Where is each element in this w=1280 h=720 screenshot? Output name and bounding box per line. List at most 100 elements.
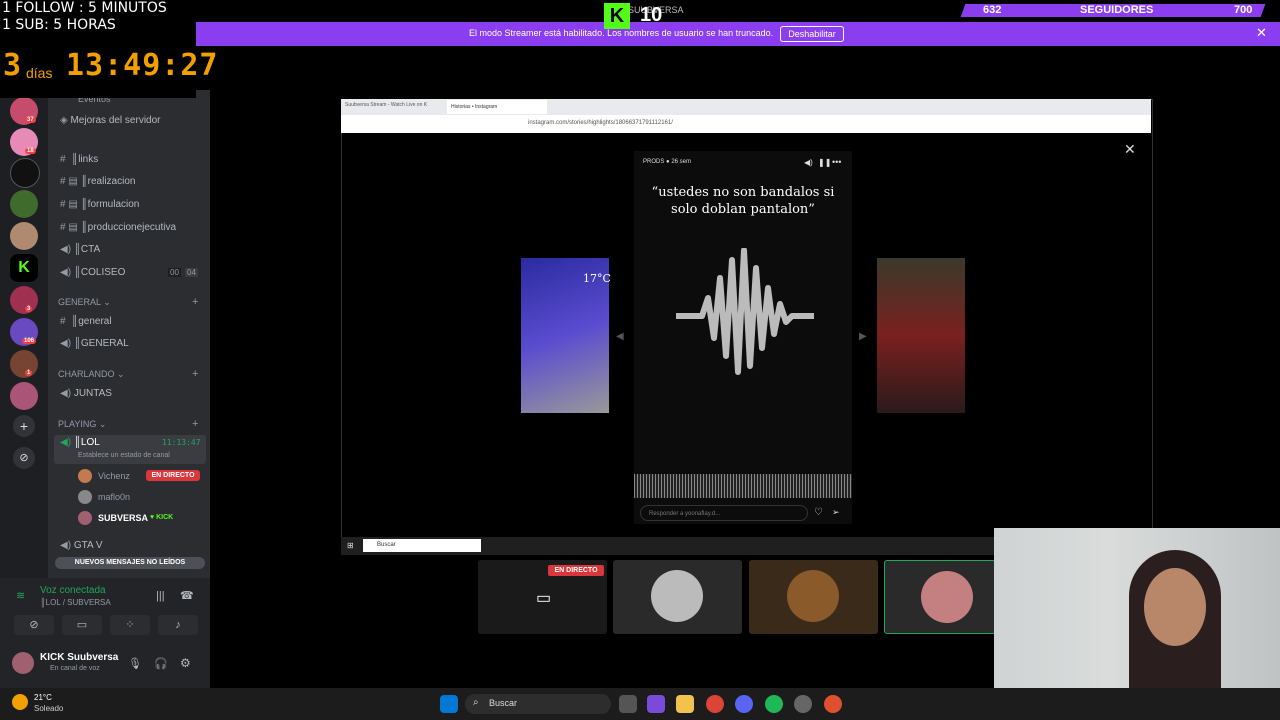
channel-cta[interactable]: ◀) ║CTA bbox=[60, 244, 100, 255]
activities-icon[interactable]: ⁘ bbox=[110, 615, 150, 635]
kick-server-icon[interactable]: K bbox=[10, 254, 38, 282]
screen-share-icon[interactable]: ▭ bbox=[62, 615, 102, 635]
stream-tile[interactable]: EN DIRECTO ▭ bbox=[478, 560, 607, 634]
channel-produccion[interactable]: # ▤ ║produccionejecutiva bbox=[60, 222, 176, 233]
channel-gtav[interactable]: ◀) GTA V bbox=[60, 540, 103, 551]
microphone-icon[interactable]: 🎙 bbox=[128, 657, 142, 670]
add-channel-icon[interactable]: + bbox=[192, 368, 198, 380]
story-user[interactable]: PRODS bbox=[643, 159, 664, 165]
spotify-icon[interactable] bbox=[765, 695, 783, 713]
channel-coliseo[interactable]: ◀) ║COLISEO bbox=[60, 267, 125, 278]
participant-tile-speaking[interactable] bbox=[884, 560, 996, 634]
disconnect-icon[interactable]: ☎ bbox=[180, 589, 194, 602]
waveform-graphic bbox=[676, 248, 814, 375]
member-name[interactable]: Vichenz bbox=[98, 471, 130, 481]
add-server-icon[interactable]: + bbox=[13, 415, 35, 437]
story-reply-input[interactable]: Responder a yoonaflay.d... bbox=[640, 505, 808, 521]
file-explorer-icon[interactable] bbox=[676, 695, 694, 713]
voice-connected-status[interactable]: Voz conectada bbox=[40, 585, 106, 596]
new-messages-bar[interactable]: NUEVOS MENSAJES NO LEÍDOS bbox=[55, 557, 205, 569]
follow-rule: 1 FOLLOW : 5 MINUTOS bbox=[2, 0, 167, 16]
server-icon[interactable] bbox=[10, 382, 38, 410]
browser-app-icon[interactable] bbox=[824, 695, 842, 713]
channel-general-voice[interactable]: ◀) ║GENERAL bbox=[60, 338, 129, 349]
browser-tab[interactable]: Suubversa Stream - Watch Live on K bbox=[345, 102, 445, 113]
server-icon[interactable]: 37 bbox=[10, 97, 38, 125]
like-heart-icon[interactable]: ♡ bbox=[814, 507, 823, 518]
address-bar[interactable] bbox=[341, 115, 1151, 133]
windows-start-icon[interactable]: ⊞ bbox=[347, 541, 354, 550]
channel-general-text[interactable]: # ║general bbox=[60, 316, 112, 327]
channel-realizacion[interactable]: # ▤ ║realizacion bbox=[60, 176, 135, 187]
coliseo-user-count: 00 bbox=[168, 268, 181, 277]
discord-icon[interactable] bbox=[735, 695, 753, 713]
search-placeholder: Buscar bbox=[489, 698, 518, 708]
obs-icon[interactable] bbox=[794, 695, 812, 713]
disable-streamer-button[interactable]: Deshabilitar bbox=[780, 26, 844, 42]
member-name[interactable]: SUBVERSA bbox=[98, 513, 148, 523]
channel-links[interactable]: # ║links bbox=[60, 154, 98, 165]
timer-days: 3 bbox=[3, 48, 22, 83]
streamer-face bbox=[1144, 568, 1206, 646]
browser-tab-strip: Suubversa Stream - Watch Live on K Histo… bbox=[341, 99, 1151, 115]
inner-search-box[interactable]: Buscar bbox=[363, 539, 481, 552]
channel-juntas[interactable]: ◀) JUNTAS bbox=[60, 388, 112, 399]
user-name[interactable]: KICK Suubversa bbox=[40, 652, 118, 663]
audio-scrubber[interactable] bbox=[634, 474, 852, 498]
avatar[interactable] bbox=[78, 490, 92, 504]
avatar[interactable] bbox=[12, 652, 34, 674]
server-icon[interactable]: 3 bbox=[10, 286, 38, 314]
channel-status-input[interactable]: Establece un estado de canal bbox=[78, 452, 170, 459]
chevron-right-icon[interactable]: ▶ bbox=[859, 331, 867, 342]
browser-tab-active[interactable]: Historias • Instagram bbox=[447, 100, 547, 114]
category-playing[interactable]: PLAYING ⌄ bbox=[58, 419, 106, 430]
more-options-icon[interactable]: ••• bbox=[832, 157, 841, 167]
copilot-icon[interactable] bbox=[647, 695, 665, 713]
windows-taskbar bbox=[0, 688, 1280, 720]
chevron-left-icon[interactable]: ◀ bbox=[616, 331, 624, 342]
server-icon[interactable]: 106 bbox=[10, 318, 38, 346]
participant-tile[interactable] bbox=[749, 560, 878, 634]
mute-icon[interactable]: ◀) bbox=[804, 158, 813, 167]
category-general[interactable]: GENERAL ⌄ bbox=[58, 297, 111, 308]
chrome-icon[interactable] bbox=[706, 695, 724, 713]
close-icon[interactable]: ✕ bbox=[1256, 25, 1267, 41]
add-channel-icon[interactable]: + bbox=[192, 296, 198, 308]
taskbar-search[interactable]: ⌕ Buscar bbox=[465, 694, 611, 714]
pause-icon[interactable]: ❚❚ bbox=[818, 158, 831, 167]
windows-start-icon[interactable] bbox=[440, 695, 458, 713]
settings-gear-icon[interactable]: ⚙ bbox=[180, 656, 191, 670]
url-text[interactable]: instagram.com/stories/highlights/1806637… bbox=[528, 120, 673, 126]
previous-story-preview[interactable]: 17°C bbox=[521, 258, 611, 413]
camera-off-icon[interactable]: ⊘ bbox=[14, 615, 54, 635]
server-icon[interactable] bbox=[10, 190, 38, 218]
document-icon: ▤ bbox=[68, 176, 78, 187]
channel-lol[interactable]: ◀) ║LOL bbox=[60, 437, 100, 448]
task-view-icon[interactable] bbox=[619, 695, 637, 713]
story-quote: “ustedes no son bandalos si solo doblan … bbox=[651, 185, 835, 217]
avatar[interactable] bbox=[78, 469, 92, 483]
member-name[interactable]: maflo0n bbox=[98, 492, 130, 502]
server-icon[interactable]: 18 bbox=[10, 128, 38, 156]
avatar[interactable] bbox=[78, 511, 92, 525]
channel-formulacion[interactable]: # ▤ ║formulacion bbox=[60, 199, 139, 210]
speaker-icon: ◀) bbox=[60, 338, 72, 349]
add-channel-icon[interactable]: + bbox=[192, 418, 198, 430]
participant-tile[interactable] bbox=[613, 560, 742, 634]
send-icon[interactable]: ➢ bbox=[832, 507, 840, 518]
server-icon[interactable] bbox=[10, 222, 38, 250]
close-story-icon[interactable]: ✕ bbox=[1124, 141, 1136, 158]
soundboard-icon[interactable]: ♪ bbox=[158, 615, 198, 635]
channel-boosts[interactable]: ◈ Mejoras del servidor bbox=[60, 115, 161, 126]
server-icon[interactable]: 1 bbox=[10, 350, 38, 378]
noise-suppression-icon[interactable]: ||| bbox=[156, 590, 165, 602]
search-icon: ⌕ bbox=[473, 697, 479, 708]
avatar bbox=[651, 570, 703, 622]
headphones-icon[interactable]: 🎧 bbox=[154, 657, 168, 670]
server-icon[interactable] bbox=[10, 158, 40, 188]
category-charlando[interactable]: CHARLANDO ⌄ bbox=[58, 369, 125, 380]
weather-temp[interactable]: 21°C bbox=[34, 693, 52, 702]
explore-icon[interactable]: ⊘ bbox=[13, 447, 35, 469]
voice-channel-path[interactable]: ║LOL / SUBVERSA bbox=[40, 598, 111, 607]
next-story-preview[interactable] bbox=[877, 258, 965, 413]
